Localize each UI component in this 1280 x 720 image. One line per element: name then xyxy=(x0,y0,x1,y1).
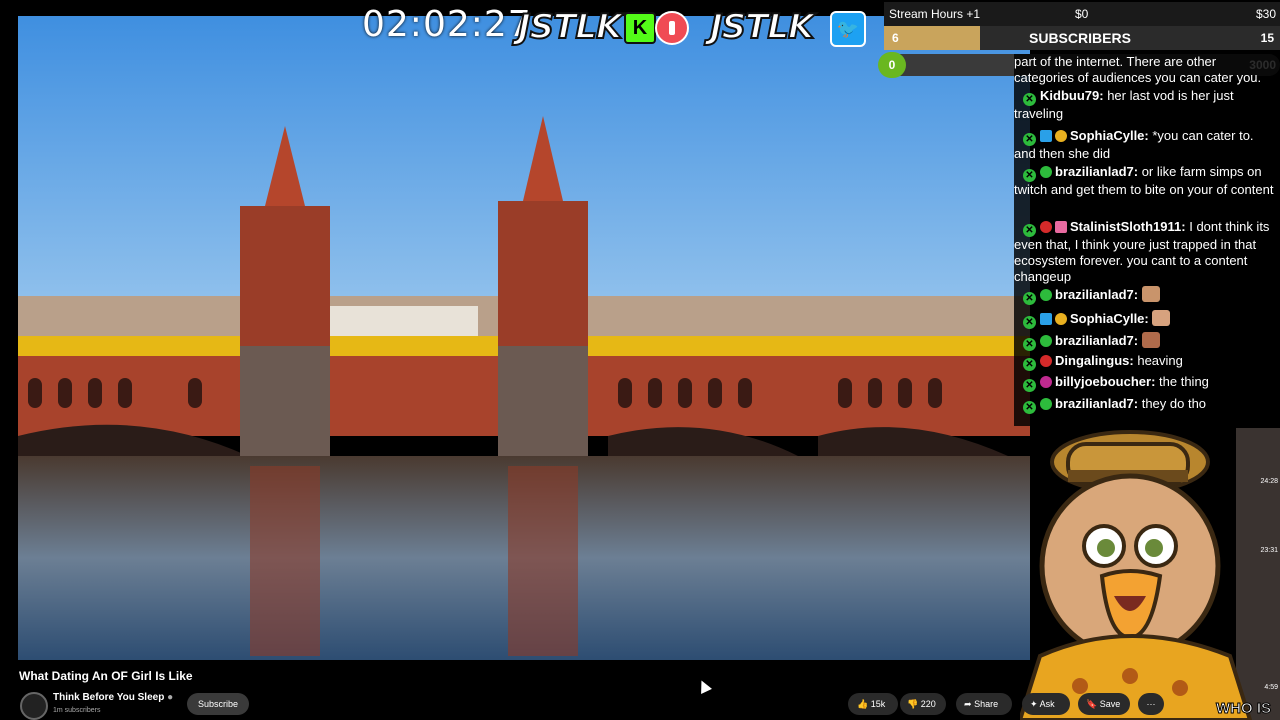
kick-icon: K xyxy=(624,12,656,44)
ban-icon[interactable]: ✕ xyxy=(1023,316,1036,329)
moderator-badge-icon xyxy=(1040,313,1052,325)
chat-username[interactable]: brazilianlad7: xyxy=(1055,287,1138,302)
chat-username[interactable]: Kidbuu79: xyxy=(1040,88,1104,103)
chat-username[interactable]: billyjoeboucher: xyxy=(1055,374,1155,389)
chat-message-text: they do tho xyxy=(1141,396,1207,411)
chat-message: ✕ brazilianlad7: xyxy=(1014,332,1276,351)
sub-badge-icon xyxy=(1040,166,1052,178)
channel-name[interactable]: Think Before You Sleep ● xyxy=(53,692,173,703)
subscriber-goal-bar: 6 SUBSCRIBERS 15 xyxy=(884,26,1280,50)
chat-username[interactable]: Dingalingus: xyxy=(1055,353,1134,368)
sub-badge-icon xyxy=(1040,221,1052,233)
mouse-cursor-icon xyxy=(696,678,712,694)
channel-subscriber-count: 1m subscribers xyxy=(53,707,101,714)
share-button[interactable]: ➦ Share xyxy=(956,693,1012,715)
chat-message: ✕ brazilianlad7: or like farm simps on tw… xyxy=(1014,164,1276,198)
twitter-icon: 🐦 xyxy=(830,11,866,47)
ban-icon[interactable]: ✕ xyxy=(1023,379,1036,392)
chat-message-text: the thing xyxy=(1159,374,1209,389)
ban-icon[interactable]: ✕ xyxy=(1023,224,1036,237)
subscribe-button[interactable]: Subscribe xyxy=(187,693,249,715)
ban-icon[interactable]: ✕ xyxy=(1023,401,1036,414)
stream-timer: 02:02:27 xyxy=(362,4,532,45)
ban-icon[interactable]: ✕ xyxy=(1023,133,1036,146)
stream-hours-title: Stream Hours +1 xyxy=(889,7,981,21)
chat-message: ✕ billyjoeboucher: the thing xyxy=(1014,374,1276,392)
chat-message: ✕ SophiaCylle: xyxy=(1014,310,1276,329)
video-title: What Dating An OF Girl Is Like xyxy=(19,669,193,683)
subscriber-count: 6 xyxy=(892,31,899,45)
face-emote-icon xyxy=(1152,310,1171,326)
chat-username[interactable]: brazilianlad7: xyxy=(1055,164,1138,179)
video-player[interactable] xyxy=(18,16,1030,660)
sub-badge-icon xyxy=(1055,130,1067,142)
chat-username[interactable]: brazilianlad7: xyxy=(1055,333,1138,348)
stream-hours-min: $0 xyxy=(1075,7,1089,21)
dislike-count: 220 xyxy=(920,699,936,709)
chat-message-text: heaving xyxy=(1137,353,1183,368)
penguin-mascot-avatar xyxy=(1020,430,1253,720)
share-icon: ➦ xyxy=(964,699,972,709)
subscriber-target: 15 xyxy=(1260,31,1274,45)
bookmark-icon: 🔖 xyxy=(1086,699,1098,709)
ban-icon[interactable]: ✕ xyxy=(1023,169,1036,182)
chat-message: ✕ StalinistSloth1911: I dont think its ev… xyxy=(1014,219,1276,285)
chat-message: ✕ brazilianlad7: they do tho xyxy=(1014,396,1276,414)
like-button[interactable]: 👍 15k xyxy=(848,693,898,715)
more-actions-button[interactable]: ··· xyxy=(1138,693,1164,715)
sparkle-icon: ✦ xyxy=(1030,699,1038,709)
ban-icon[interactable]: ✕ xyxy=(1023,292,1036,305)
save-label: Save xyxy=(1099,699,1121,709)
chat-message-text: part of the internet. There are other ca… xyxy=(1014,54,1262,85)
verified-icon: ● xyxy=(167,692,174,703)
video-frame xyxy=(18,16,1030,660)
like-count: 15k xyxy=(870,699,886,709)
subscriber-label: SUBSCRIBERS xyxy=(1029,30,1131,46)
moderator-badge-icon xyxy=(1040,130,1052,142)
chat-username[interactable]: StalinistSloth1911: xyxy=(1070,219,1186,234)
chat-message: ✕ SophiaCylle: *you can cater to. and the… xyxy=(1014,128,1276,162)
gift-badge-icon xyxy=(1055,221,1067,233)
save-button[interactable]: 🔖 Save xyxy=(1078,693,1130,715)
thumbs-up-icon: 👍 xyxy=(857,699,869,709)
chat-message: ✕ Kidbuu79: her last vod is her just trav… xyxy=(1014,88,1276,122)
chat-message: ✕ brazilianlad7: xyxy=(1014,286,1276,305)
sub-badge-icon xyxy=(1055,313,1067,325)
chat-username[interactable]: brazilianlad7: xyxy=(1055,396,1138,411)
chat-message-text: or like farm simps on twitch and get the… xyxy=(1014,164,1274,197)
chat-username[interactable]: SophiaCylle: xyxy=(1070,311,1149,326)
record-icon xyxy=(655,11,689,45)
jstlk-logo-twitter: JSTLK xyxy=(709,6,815,48)
sub-badge-icon xyxy=(1040,355,1052,367)
ban-icon[interactable]: ✕ xyxy=(1023,93,1036,106)
stream-hours-row: Stream Hours +1 $0 $30 xyxy=(884,2,1280,26)
sub-badge-icon xyxy=(1040,335,1052,347)
channel-avatar[interactable] xyxy=(20,692,48,720)
stream-hours-max: $30 xyxy=(1255,7,1276,21)
channel-name-text: Think Before You Sleep xyxy=(53,692,165,703)
ask-label: Ask xyxy=(1039,699,1055,709)
sub-badge-icon xyxy=(1040,398,1052,410)
sub-badge-icon xyxy=(1040,289,1052,301)
ban-icon[interactable]: ✕ xyxy=(1023,358,1036,371)
chat-username[interactable]: SophiaCylle: xyxy=(1070,128,1149,143)
ask-button[interactable]: ✦ Ask xyxy=(1022,693,1070,715)
cat-emote-icon xyxy=(1141,286,1160,302)
dislike-button[interactable]: 👎 220 xyxy=(900,693,946,715)
chat-message: ✕ Dingalingus: heaving xyxy=(1014,353,1276,371)
donation-progress-value: 0 xyxy=(878,52,906,78)
sub-badge-icon xyxy=(1040,376,1052,388)
who-is-banner: WHO IS xyxy=(1216,700,1272,718)
ban-icon[interactable]: ✕ xyxy=(1023,338,1036,351)
jstlk-logo-kick: JSTLK xyxy=(517,6,623,48)
chat-message: part of the internet. There are other ca… xyxy=(1014,54,1276,86)
chat-overlay: part of the internet. There are other ca… xyxy=(1014,54,1280,426)
face-emote-icon xyxy=(1141,332,1160,348)
share-label: Share xyxy=(974,699,999,709)
thumbs-down-icon: 👎 xyxy=(907,699,919,709)
